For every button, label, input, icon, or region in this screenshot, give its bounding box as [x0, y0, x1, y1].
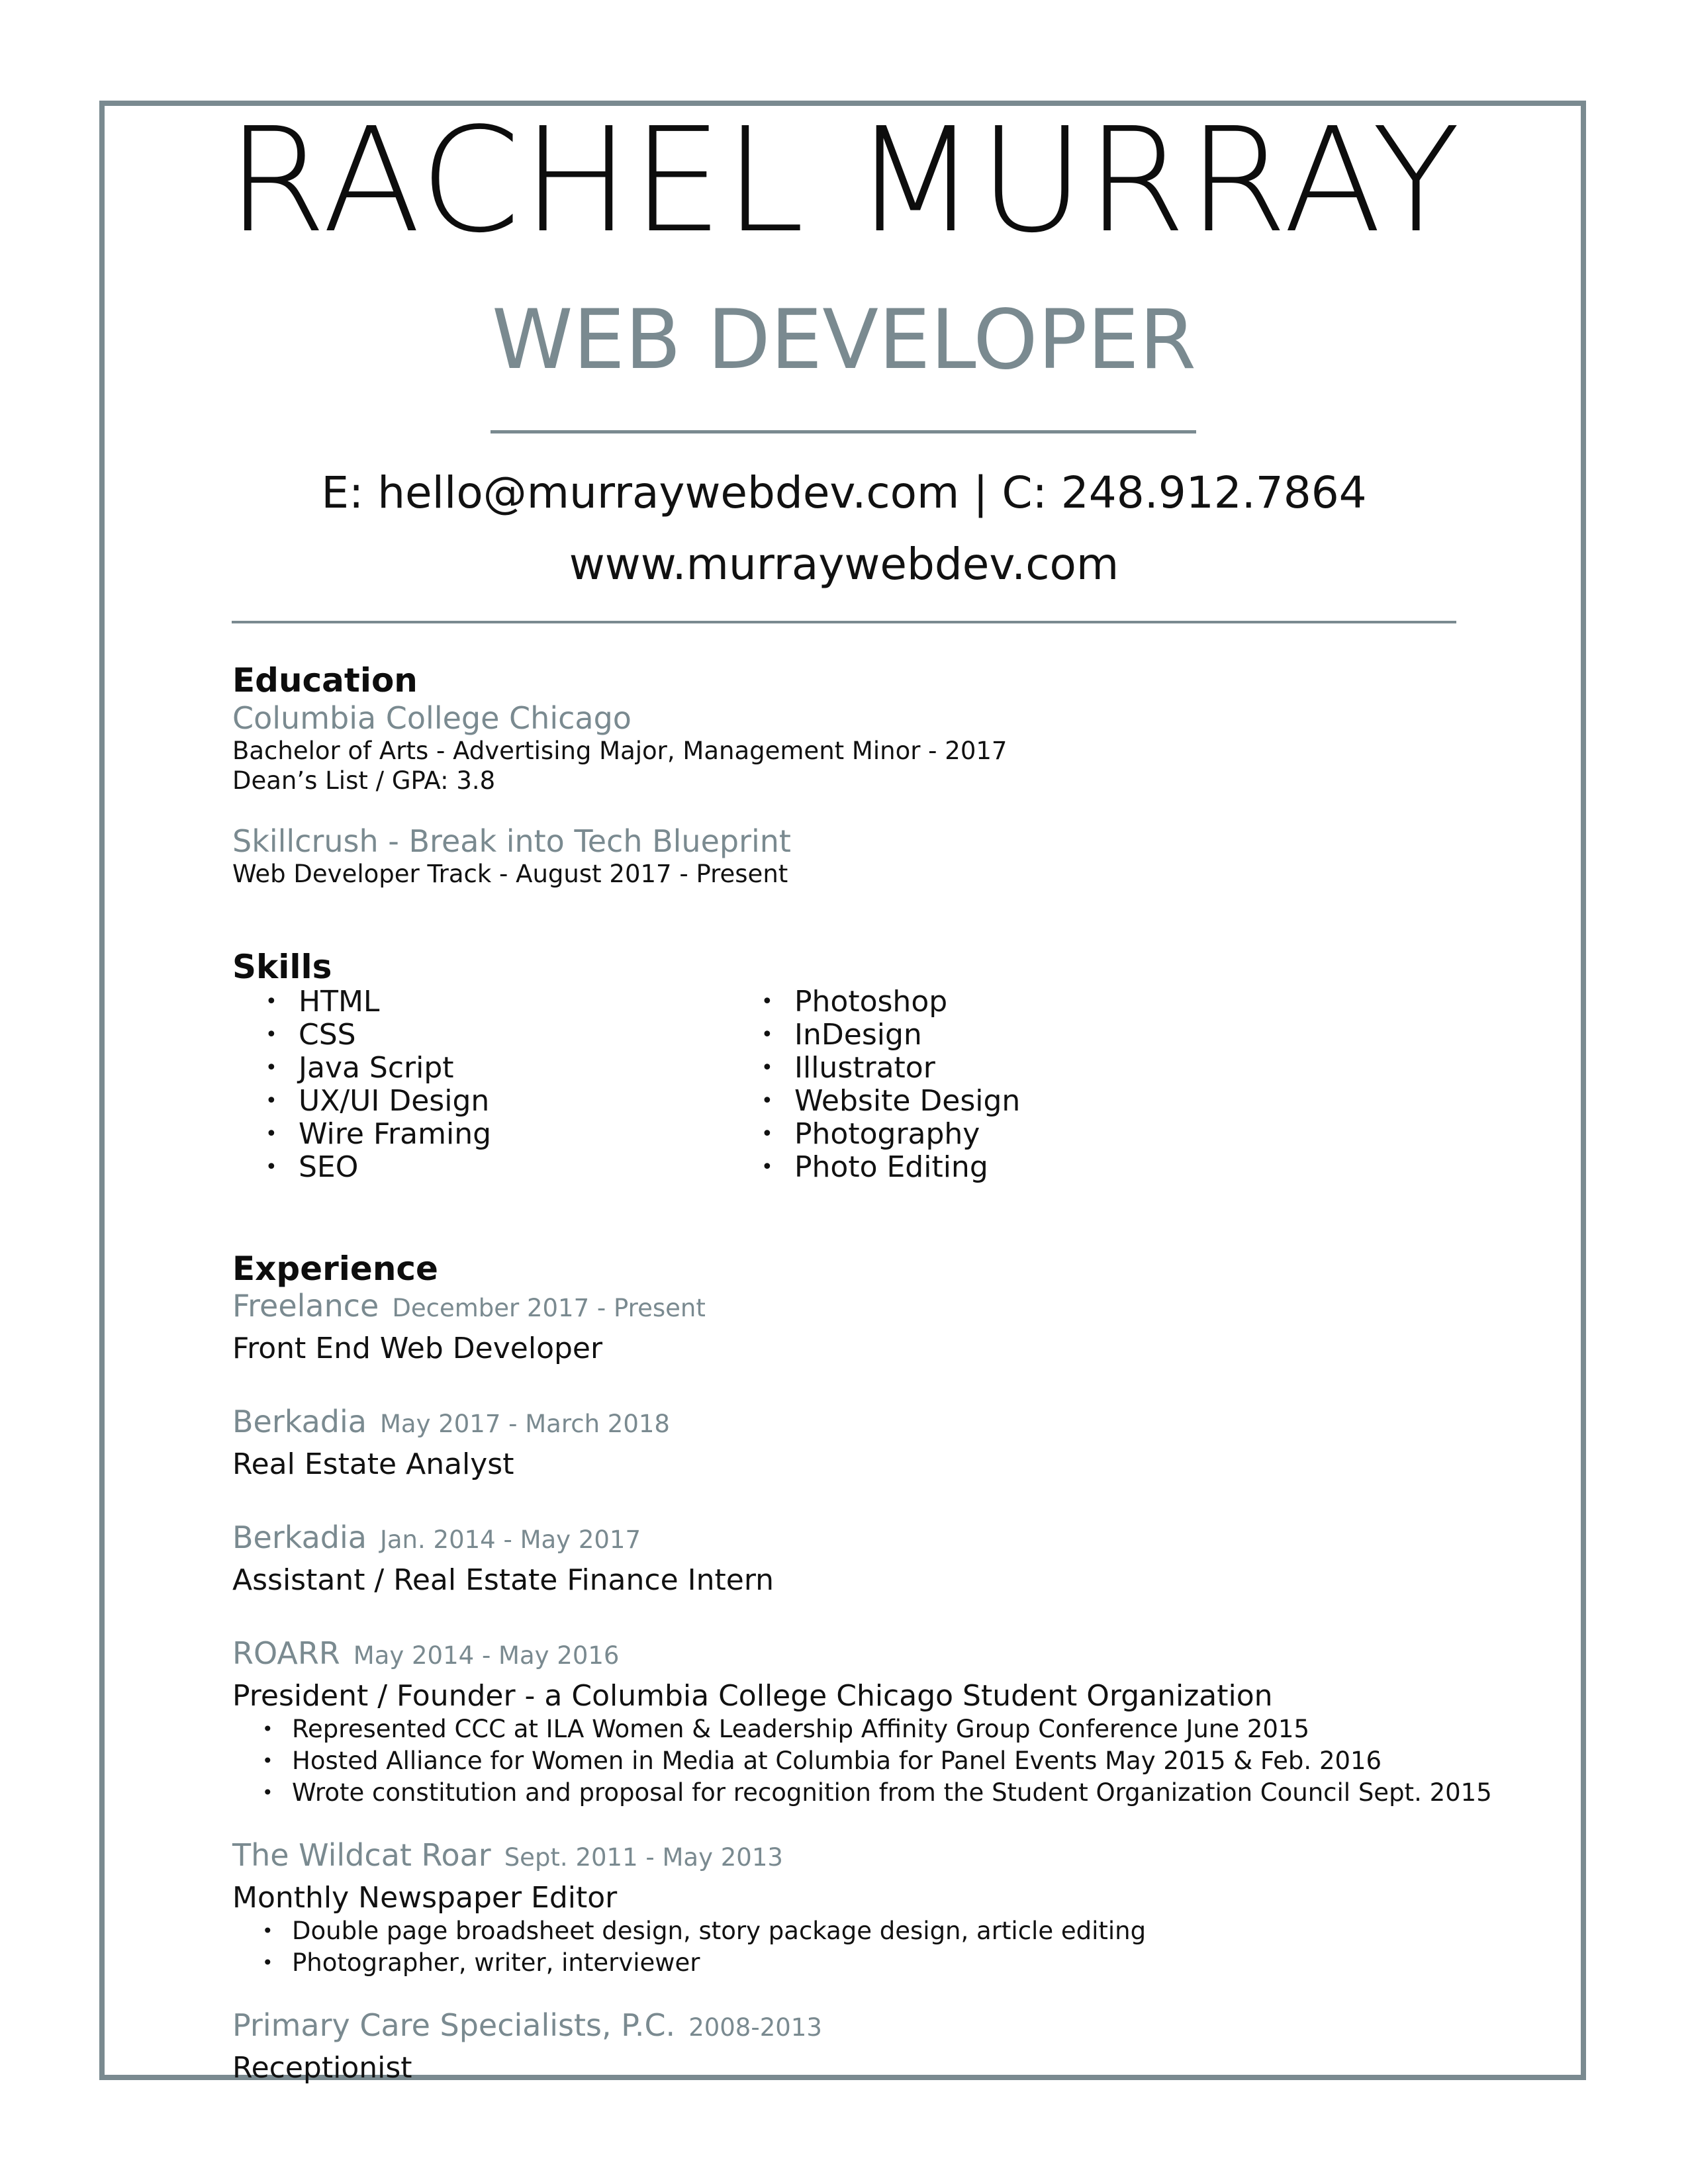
experience-entry: The Wildcat Roar Sept. 2011 - May 2013 Mo…	[232, 1837, 1457, 1979]
bullet-icon: •	[262, 1718, 273, 1740]
experience-dates: Sept. 2011 - May 2013	[504, 1843, 783, 1872]
bullet-icon: •	[265, 1023, 277, 1046]
experience-heading: Experience	[232, 1250, 438, 1288]
skill-item: • Java Script	[265, 1051, 454, 1085]
bullet-icon: •	[262, 1782, 273, 1803]
skill-item: • Photography	[761, 1117, 980, 1151]
experience-company: Primary Care Specialists, P.C.	[232, 2007, 676, 2043]
skill-item: • SEO	[265, 1150, 359, 1184]
title-divider	[491, 430, 1196, 433]
skill-item: • InDesign	[761, 1018, 922, 1052]
experience-entry: Primary Care Specialists, P.C. 2008-2013 …	[232, 2007, 1457, 2085]
contact-info: E: hello@murraywebdev.com | C: 248.912.7…	[321, 467, 1367, 518]
education-entry: Columbia College Chicago Bachelor of Art…	[232, 700, 1457, 796]
education-school: Skillcrush - Break into Tech Blueprint	[232, 823, 791, 859]
resume-name: RACHEL MURRAY	[226, 97, 1462, 265]
experience-role: Assistant / Real Estate Finance Intern	[232, 1563, 774, 1597]
list-item: • Hosted Alliance for Women in Media at C…	[232, 1745, 1457, 1777]
skills-list-right: • Photoshop • InDesign • Illustrator • Websi…	[728, 985, 1020, 1184]
experience-dates: December 2017 - Present	[392, 1294, 706, 1322]
education-detail: Bachelor of Arts - Advertising Major, Ma…	[232, 737, 1008, 765]
experience-role: Receptionist	[232, 2051, 412, 2085]
education-detail: Dean’s List / GPA: 3.8	[232, 766, 496, 795]
list-item: • Photographer, writer, interviewer	[232, 1947, 1457, 1979]
bullet-icon: •	[265, 1122, 277, 1146]
skill-item: • HTML	[265, 985, 380, 1019]
experience-role: President / Founder - a Columbia College…	[232, 1679, 1273, 1713]
experience-bullets: • Double page broadsheet design, story pa…	[232, 1915, 1457, 1979]
skills-columns: • HTML • CSS • Java Script • UX/UI Design • W…	[232, 985, 1457, 1184]
skills-list-left: • HTML • CSS • Java Script • UX/UI Design • W…	[232, 985, 491, 1184]
header-divider	[232, 621, 1456, 623]
list-item: • Wrote constitution and proposal for rec…	[232, 1777, 1492, 1809]
experience-bullets: • Represented CCC at ILA Women & Leadersh…	[232, 1713, 1492, 1809]
experience-role: Real Estate Analyst	[232, 1447, 514, 1481]
experience-entry: Berkadia Jan. 2014 - May 2017 Assistant /…	[232, 1519, 1457, 1598]
bullet-icon: •	[761, 1089, 773, 1113]
education-heading: Education	[232, 661, 418, 700]
resume-body: Education Columbia College Chicago Bache…	[232, 660, 1492, 2085]
experience-role: Front End Web Developer	[232, 1332, 603, 1365]
experience-entry: Freelance December 2017 - Present Front E…	[232, 1287, 1457, 1366]
bullet-icon: •	[265, 1056, 277, 1079]
bullet-icon: •	[262, 1920, 273, 1942]
experience-company: The Wildcat Roar	[232, 1837, 491, 1873]
education-detail: Web Developer Track - August 2017 - Pres…	[232, 860, 788, 888]
experience-company: Berkadia	[232, 1520, 367, 1555]
education-section: Education Columbia College Chicago Bache…	[232, 660, 1457, 889]
bullet-icon: •	[761, 990, 773, 1013]
skills-heading: Skills	[232, 948, 332, 986]
bullet-icon: •	[265, 990, 277, 1013]
bullet-icon: •	[761, 1122, 773, 1146]
skill-item: • CSS	[265, 1018, 356, 1052]
skills-section: Skills • HTML • CSS • Java Script • UX/UI De…	[232, 948, 1457, 1184]
website-url: www.murraywebdev.com	[569, 539, 1119, 590]
bullet-icon: •	[262, 1952, 273, 1974]
skill-item: • Wire Framing	[265, 1117, 492, 1151]
list-item: • Double page broadsheet design, story pa…	[232, 1915, 1457, 1947]
skill-item: • Photo Editing	[761, 1150, 988, 1184]
education-entry: Skillcrush - Break into Tech Blueprint W…	[232, 823, 1457, 889]
bullet-icon: •	[761, 1056, 773, 1079]
bullet-icon: •	[265, 1089, 277, 1113]
experience-entry: ROARR May 2014 - May 2016 President / Fou…	[232, 1635, 1492, 1809]
experience-dates: May 2017 - March 2018	[379, 1410, 670, 1438]
skill-item: • Illustrator	[761, 1051, 935, 1085]
skill-item: • UX/UI Design	[265, 1084, 490, 1118]
bullet-icon: •	[761, 1156, 773, 1179]
skill-item: • Photoshop	[761, 985, 948, 1019]
experience-role: Monthly Newspaper Editor	[232, 1881, 618, 1915]
bullet-icon: •	[761, 1023, 773, 1046]
job-title: WEB DEVELOPER	[492, 293, 1196, 388]
bullet-icon: •	[262, 1750, 273, 1772]
skill-item: • Website Design	[761, 1084, 1021, 1118]
bullet-icon: •	[265, 1156, 277, 1179]
experience-company: Berkadia	[232, 1404, 367, 1439]
experience-company: Freelance	[232, 1288, 379, 1324]
education-school: Columbia College Chicago	[232, 700, 632, 736]
experience-entry: Berkadia May 2017 - March 2018 Real Estat…	[232, 1403, 1457, 1482]
experience-section: Experience Freelance December 2017 - Pres…	[232, 1250, 1492, 2085]
experience-company: ROARR	[232, 1635, 340, 1671]
experience-dates: May 2014 - May 2016	[353, 1641, 620, 1670]
experience-dates: Jan. 2014 - May 2017	[379, 1525, 641, 1554]
list-item: • Represented CCC at ILA Women & Leadersh…	[232, 1713, 1457, 1745]
experience-dates: 2008-2013	[688, 2013, 822, 2042]
